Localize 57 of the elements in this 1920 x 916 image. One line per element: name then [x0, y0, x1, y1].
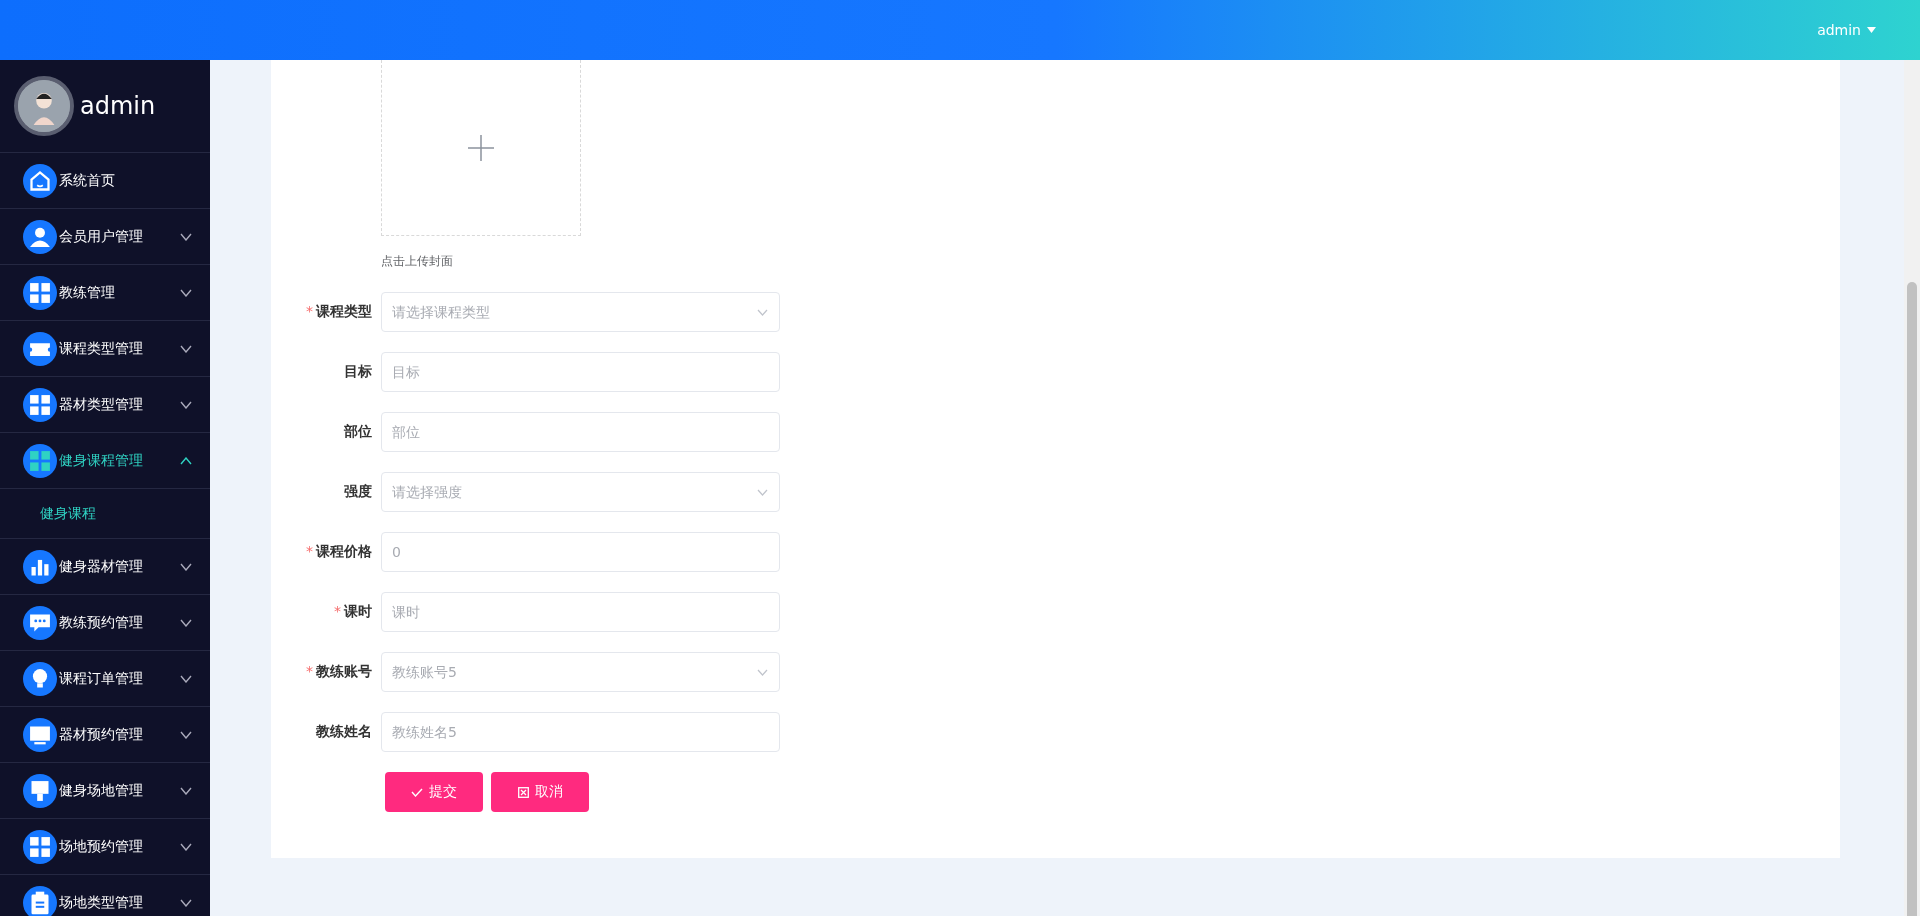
profile-name: admin	[80, 92, 156, 120]
field-label: 强度	[343, 483, 372, 501]
chat-icon	[23, 605, 57, 640]
menu-item[interactable]: 健身器材管理	[0, 539, 210, 595]
avatar	[14, 76, 74, 136]
input-field[interactable]: 部位	[381, 412, 780, 452]
user-icon	[23, 219, 57, 254]
grid-icon	[23, 829, 57, 864]
submit-button[interactable]: 提交	[385, 772, 483, 812]
menu-item[interactable]: 课程类型管理	[0, 321, 210, 377]
monitor-icon	[23, 717, 57, 752]
clipboard-icon	[23, 885, 57, 916]
chevron-down-icon	[757, 669, 768, 676]
select-field[interactable]: 请选择课程类型	[381, 292, 780, 332]
select-field[interactable]: 教练账号5	[381, 652, 780, 692]
home-icon	[23, 163, 57, 198]
field-label: * 课时	[333, 603, 372, 621]
upload-hint: 点击上传封面	[381, 253, 453, 270]
menu-item[interactable]: 教练预约管理	[0, 595, 210, 651]
menu-item[interactable]: 器材类型管理	[0, 377, 210, 433]
field-label: 部位	[343, 423, 372, 441]
menu-item[interactable]: 系统首页	[0, 153, 210, 209]
menu-item[interactable]: 会员用户管理	[0, 209, 210, 265]
submenu-item[interactable]: 健身课程	[0, 489, 210, 539]
field-label: * 课程价格	[305, 543, 372, 561]
grid-icon	[23, 275, 57, 310]
grid-icon	[23, 443, 57, 478]
field-label: 教练姓名	[315, 723, 372, 741]
check-icon	[411, 787, 423, 797]
menu-item[interactable]: 健身课程管理	[0, 433, 210, 489]
menu-item[interactable]: 课程订单管理	[0, 651, 210, 707]
menu-item[interactable]: 场地预约管理	[0, 819, 210, 875]
bulb-icon	[23, 661, 57, 696]
signpost-icon	[23, 773, 57, 808]
menu-item[interactable]: 场地类型管理	[0, 875, 210, 916]
field-label: * 课程类型	[305, 303, 372, 321]
scrollbar[interactable]	[1904, 60, 1920, 916]
input-field[interactable]: 课时	[381, 592, 780, 632]
cancel-button[interactable]: 取消	[491, 772, 589, 812]
field-label: * 教练账号	[305, 663, 372, 681]
chevron-down-icon	[757, 309, 768, 316]
close-icon	[517, 786, 529, 798]
menu-item[interactable]: 器材预约管理	[0, 707, 210, 763]
caret-icon	[1867, 27, 1876, 33]
bar-chart-icon	[23, 549, 57, 584]
menu-item[interactable]: 健身场地管理	[0, 763, 210, 819]
ticket-icon	[23, 331, 57, 366]
menu-item[interactable]: 教练管理	[0, 265, 210, 321]
grid-icon	[23, 387, 57, 422]
chevron-down-icon	[757, 489, 768, 496]
upload-area[interactable]	[381, 60, 581, 236]
input-field[interactable]: 目标	[381, 352, 780, 392]
plus-icon	[468, 134, 494, 161]
select-field[interactable]: 请选择强度	[381, 472, 780, 512]
field-label: 目标	[343, 363, 372, 381]
input-field[interactable]: 0	[381, 532, 780, 572]
input-field[interactable]: 教练姓名5	[381, 712, 780, 752]
